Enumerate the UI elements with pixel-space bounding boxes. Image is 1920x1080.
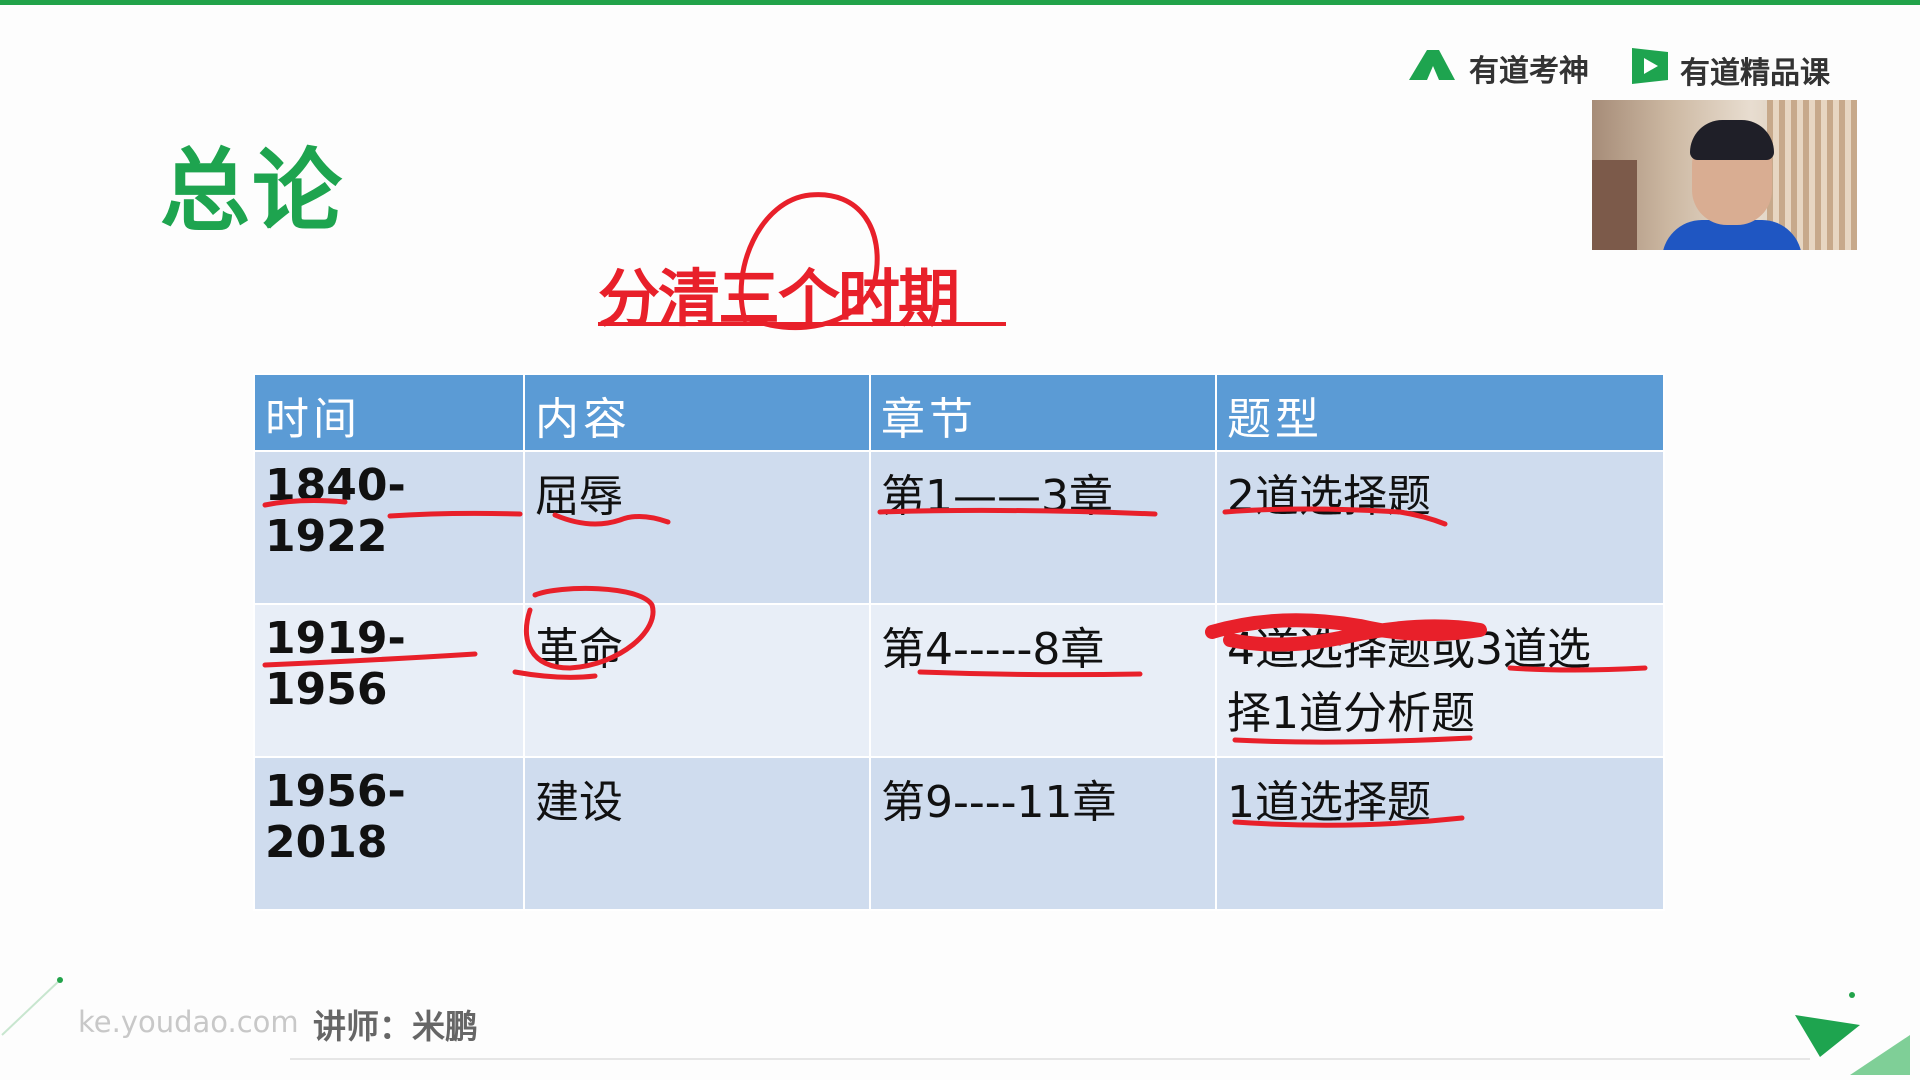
brand-course-label: 有道精品课: [1680, 56, 1830, 91]
header-content: 内容: [523, 373, 871, 452]
slide-title: 总论: [160, 139, 344, 244]
brand-course: 有道精品课: [1628, 44, 1830, 96]
table-row: 1956-2018 建设 第9----11章 1道选择题: [253, 756, 1665, 911]
cell-type-line2: 择1道分析题: [1227, 688, 1475, 739]
header-chapter: 章节: [869, 373, 1217, 452]
cell-chapter: 第4-----8章: [869, 603, 1217, 758]
footer-divider: [290, 1058, 1810, 1060]
brand-kaoshen-label: 有道考神: [1469, 54, 1589, 89]
subtitle-underline: [598, 322, 1006, 326]
cell-time: 1840-1922: [253, 450, 525, 605]
corner-decoration: [1795, 992, 1910, 1075]
course-play-logo-icon: [1628, 44, 1672, 96]
webcam-video-feed: [1592, 100, 1857, 250]
cell-time: 1919-1956: [253, 603, 525, 758]
table-header-row: 时间 内容 章节 题型: [253, 373, 1665, 452]
cell-time: 1956-2018: [253, 756, 525, 911]
cell-type: 4道选择题或3道选 择1道分析题: [1215, 603, 1665, 758]
footer-teacher: 讲师：米鹏: [313, 1007, 478, 1046]
slide-page: 有道考神 有道精品课 总论 分清三个时期 时间 内容 章节 题型 1840-19…: [0, 0, 1920, 1080]
cell-type: 1道选择题: [1215, 756, 1665, 911]
cell-type: 2道选择题: [1215, 450, 1665, 605]
footer-url: ke.youdao.com: [78, 1005, 299, 1039]
table-row: 1840-1922 屈辱 第1——3章 2道选择题: [253, 450, 1665, 605]
header-time: 时间: [253, 373, 525, 452]
table-row: 1919-1956 革命 第4-----8章 4道选择题或3道选 择1道分析题: [253, 603, 1665, 758]
top-accent-bar: [0, 0, 1920, 5]
cell-chapter: 第9----11章: [869, 756, 1217, 911]
periods-table: 时间 内容 章节 题型 1840-1922 屈辱 第1——3章 2道选择题 19…: [253, 373, 1665, 911]
corner-decoration: [1, 977, 63, 1036]
header-type: 题型: [1215, 373, 1665, 452]
cell-content: 屈辱: [523, 450, 871, 605]
cell-content: 革命: [523, 603, 871, 758]
kaoshen-logo-icon: [1405, 44, 1461, 92]
cell-type-line1: 4道选择题或3道选: [1227, 624, 1591, 675]
cell-chapter: 第1——3章: [869, 450, 1217, 605]
brand-kaoshen: 有道考神: [1405, 44, 1589, 92]
cell-content: 建设: [523, 756, 871, 911]
